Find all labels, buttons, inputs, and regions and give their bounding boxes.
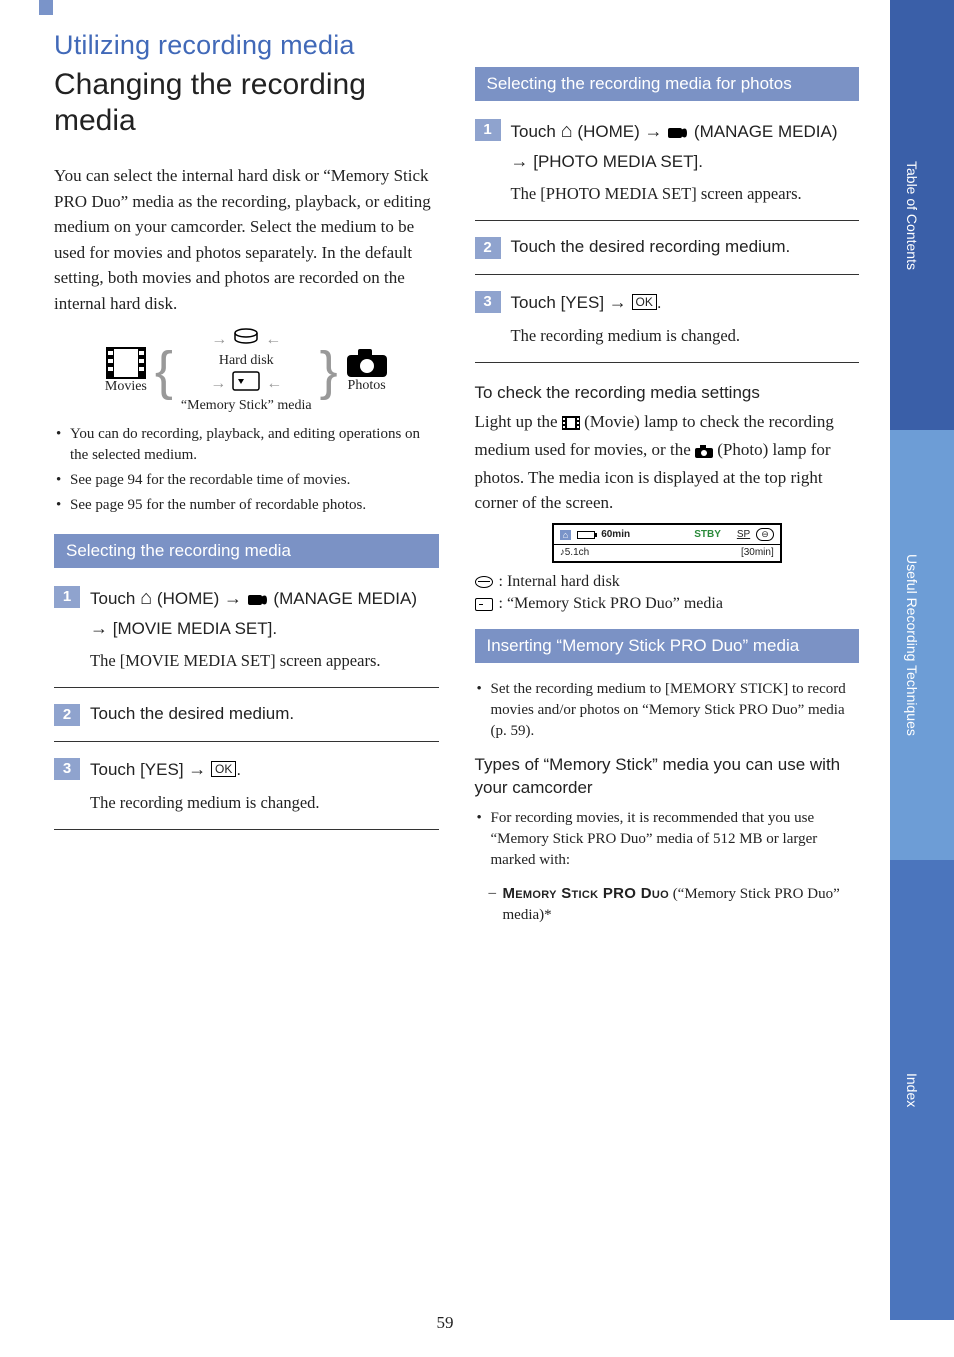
insert-notes: Set the recording medium to [MEMORY STIC… <box>475 679 860 742</box>
lcd-media-icon: ⊖ <box>756 528 774 541</box>
diagram-photos-label: Photos <box>346 378 388 394</box>
right-bracket-icon: } <box>320 349 338 393</box>
arrow-right-icon: → <box>211 331 227 349</box>
step-result: The recording medium is changed. <box>511 324 860 348</box>
lcd-remain: [30min] <box>741 547 774 558</box>
step-result: The recording medium is changed. <box>90 791 439 815</box>
step-number: 2 <box>54 704 80 726</box>
step-instruction: Touch the desired medium. <box>90 702 439 727</box>
lcd-home-icon: ⌂ <box>560 530 571 540</box>
movie-icon <box>106 347 146 379</box>
ok-icon: OK <box>211 761 236 777</box>
step-3: 3 Touch [YES] → OK. The recording medium… <box>54 756 439 815</box>
tab-useful-recording-techniques[interactable]: Useful Recording Techniques <box>890 430 954 860</box>
dash-item: Memory Stick PRO Duo (“Memory Stick PRO … <box>475 883 860 926</box>
arrow-right-icon: → <box>224 588 242 608</box>
note-item: You can do recording, playback, and edit… <box>54 424 439 466</box>
subheading-insert-ms: Inserting “Memory Stick PRO Duo” media <box>475 629 860 663</box>
arrow-right-icon: → <box>609 292 627 312</box>
arrow-left-icon: ← <box>266 375 282 393</box>
lcd-battery-icon <box>577 531 595 539</box>
arrow-right-icon: → <box>90 618 108 638</box>
page-title: Changing the recording media <box>54 67 439 139</box>
step-result: The [PHOTO MEDIA SET] screen appears. <box>511 182 860 206</box>
check-settings-body: Light up the (Movie) lamp to check the r… <box>475 409 860 516</box>
manage-media-icon <box>667 123 689 148</box>
notes-list: You can do recording, playback, and edit… <box>54 424 439 516</box>
lcd-stby: STBY <box>694 529 721 540</box>
step-2: 2 Touch the desired medium. <box>54 702 439 727</box>
step-number: 1 <box>54 586 80 608</box>
page-number: 59 <box>0 1313 890 1333</box>
divider <box>54 829 439 830</box>
note-item: Set the recording medium to [MEMORY STIC… <box>475 679 860 742</box>
right-column: Selecting the recording media for photos… <box>475 67 860 926</box>
tab-table-of-contents[interactable]: Table of Contents <box>890 0 954 430</box>
arrow-right-icon: → <box>210 375 226 393</box>
memory-stick-icon <box>232 371 260 396</box>
lcd-time: 60min <box>601 529 630 540</box>
intro-paragraph: You can select the internal hard disk or… <box>54 163 439 316</box>
arrow-right-icon: → <box>188 759 206 779</box>
divider <box>475 274 860 275</box>
step-1: 1 Touch ⌂ (HOME) → (MANAGE MEDIA) → [PHO… <box>475 117 860 206</box>
divider <box>475 220 860 221</box>
arrow-right-icon: → <box>511 151 529 171</box>
left-bracket-icon: { <box>155 349 173 393</box>
left-column: Changing the recording media You can sel… <box>54 67 439 926</box>
step-number: 3 <box>54 758 80 780</box>
manage-media-icon <box>247 590 269 615</box>
legend-hdd: : Internal hard disk <box>475 573 860 591</box>
arrow-right-icon: → <box>644 121 662 141</box>
memory-stick-icon <box>475 598 493 611</box>
diagram-hdd-label: Hard disk <box>219 353 274 369</box>
divider <box>54 687 439 688</box>
note-item: See page 94 for the recordable time of m… <box>54 470 439 491</box>
section-title: Utilizing recording media <box>54 30 859 61</box>
divider <box>475 362 860 363</box>
side-tabs: Table of Contents Useful Recording Techn… <box>890 0 954 1320</box>
step-number: 1 <box>475 119 501 141</box>
step-number: 2 <box>475 237 501 259</box>
step-instruction: Touch ⌂ (HOME) → (MANAGE MEDIA) → [MOVIE… <box>90 584 439 641</box>
home-icon: ⌂ <box>561 120 573 142</box>
diagram-ms-label: “Memory Stick” media <box>181 398 312 414</box>
check-settings-heading: To check the recording media settings <box>475 383 860 403</box>
step-result: The [MOVIE MEDIA SET] screen appears. <box>90 649 439 673</box>
lcd-sp: SP <box>737 529 750 540</box>
hard-disk-icon <box>233 328 259 351</box>
step-instruction: Touch ⌂ (HOME) → (MANAGE MEDIA) → [PHOTO… <box>511 117 860 174</box>
movie-icon <box>562 412 580 437</box>
step-number: 3 <box>475 291 501 313</box>
step-1: 1 Touch ⌂ (HOME) → (MANAGE MEDIA) → [MOV… <box>54 584 439 673</box>
page-content: Utilizing recording media Changing the r… <box>54 30 859 926</box>
types-heading: Types of “Memory Stick” media you can us… <box>475 754 860 800</box>
home-icon: ⌂ <box>140 587 152 609</box>
tab-index[interactable]: Index <box>890 860 954 1320</box>
note-item: For recording movies, it is recommended … <box>475 808 860 871</box>
note-item: See page 95 for the number of recordable… <box>54 495 439 516</box>
subheading-movie-media: Selecting the recording media <box>54 534 439 568</box>
hard-disk-icon <box>475 576 493 588</box>
divider <box>54 741 439 742</box>
lcd-channel: ♪5.1ch <box>560 547 589 558</box>
step-instruction: Touch [YES] → OK. <box>511 289 860 316</box>
legend-ms: : “Memory Stick PRO Duo” media <box>475 595 860 613</box>
subheading-photo-media: Selecting the recording media for photos <box>475 67 860 101</box>
diagram-movies-label: Movies <box>105 379 147 395</box>
types-notes: For recording movies, it is recommended … <box>475 808 860 871</box>
top-accent-tab <box>39 0 53 15</box>
arrow-left-icon: ← <box>265 331 281 349</box>
lcd-screenshot: ⌂ 60min STBY SP ⊖ ♪5.1ch [30min] <box>552 523 782 563</box>
step-3: 3 Touch [YES] → OK. The recording medium… <box>475 289 860 348</box>
photo-icon <box>695 440 713 465</box>
mspro-brand: Memory Stick PRO Duo <box>503 885 669 902</box>
photo-icon <box>346 348 388 378</box>
media-diagram: Movies { → ← Hard disk → <box>54 328 439 414</box>
step-instruction: Touch the desired recording medium. <box>511 235 860 260</box>
step-instruction: Touch [YES] → OK. <box>90 756 439 783</box>
ok-icon: OK <box>632 294 657 310</box>
step-2: 2 Touch the desired recording medium. <box>475 235 860 260</box>
